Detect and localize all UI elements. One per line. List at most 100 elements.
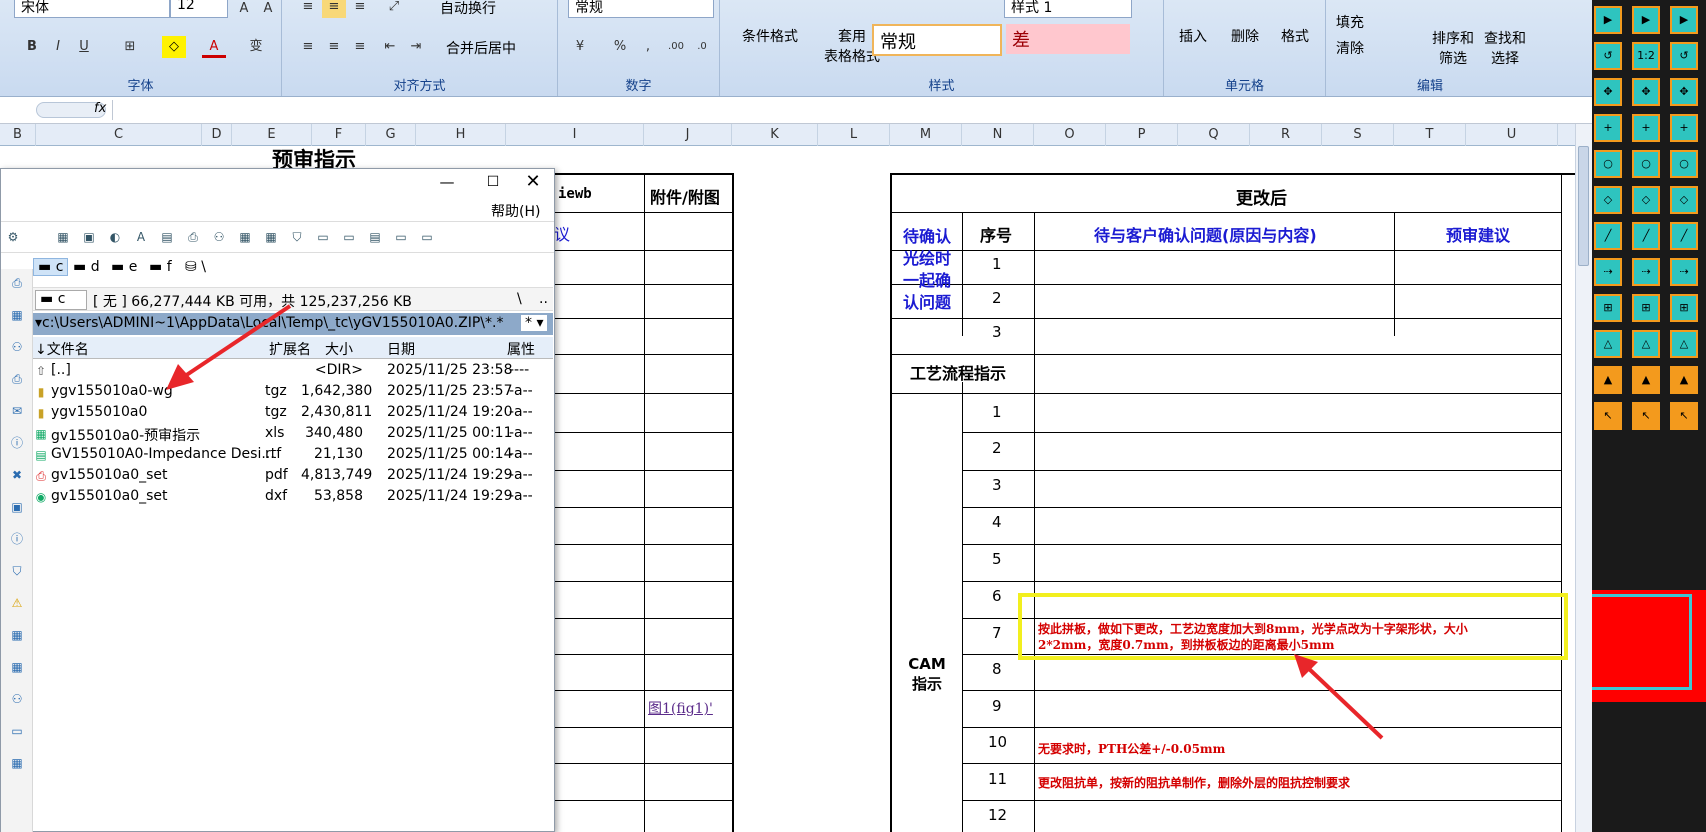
col-P[interactable]: P xyxy=(1106,124,1178,146)
quick-launch-icon[interactable]: ⓘ xyxy=(9,531,25,547)
drive-select[interactable]: ▬ c xyxy=(35,290,87,310)
header-date[interactable]: 日期 xyxy=(387,339,415,359)
drive-c-button[interactable]: ▬ c xyxy=(33,258,69,276)
cad-tool-button[interactable]: ◇ xyxy=(1632,186,1660,214)
quick-launch-icon[interactable]: ⎙ xyxy=(9,275,25,291)
fx-icon[interactable]: fx xyxy=(94,101,106,116)
sheet-icon[interactable]: ▦ xyxy=(237,229,253,245)
shrink-font-icon[interactable]: A xyxy=(256,0,280,20)
col-T[interactable]: T xyxy=(1394,124,1466,146)
cad-tool-button[interactable]: ⊞ xyxy=(1670,294,1698,322)
panel2-icon[interactable]: ▭ xyxy=(419,229,435,245)
file-row[interactable]: ▮ ygv155010a0 tgz 2,430,811 2025/11/24 19:20… xyxy=(33,403,553,424)
minimize-icon[interactable]: — xyxy=(433,169,461,197)
maximize-icon[interactable]: ☐ xyxy=(479,169,507,197)
refresh-icon[interactable]: ◐ xyxy=(107,229,123,245)
cad-tool-button[interactable]: ○ xyxy=(1632,150,1660,178)
wrap-text-button[interactable]: 自动换行 xyxy=(440,0,496,18)
grid-icon[interactable]: ▦ xyxy=(55,229,71,245)
network-drive-button[interactable]: ⛁ \ xyxy=(185,259,206,275)
pdf-icon[interactable]: ▣ xyxy=(81,229,97,245)
orientation-icon[interactable]: ⤢ xyxy=(382,0,406,18)
cad-tool-button[interactable]: ⇢ xyxy=(1670,258,1698,286)
quick-launch-icon[interactable]: ▦ xyxy=(9,659,25,675)
style-1[interactable]: 样式 1 xyxy=(1004,0,1132,18)
conditional-format-button[interactable]: 条件格式 xyxy=(730,28,810,46)
cad-tool-button[interactable]: ◇ xyxy=(1670,186,1698,214)
quick-launch-icon[interactable]: ▣ xyxy=(9,499,25,515)
cad-tool-button[interactable]: 1:2 xyxy=(1632,42,1660,70)
col-J[interactable]: J xyxy=(644,124,732,146)
cad-tool-button[interactable]: ╱ xyxy=(1632,222,1660,250)
cad-tool-button[interactable]: ⊞ xyxy=(1594,294,1622,322)
sort-filter-line1[interactable]: 排序和 xyxy=(1426,30,1480,48)
cad-tool-button[interactable]: ╱ xyxy=(1670,222,1698,250)
col-U[interactable]: U xyxy=(1466,124,1558,146)
col-B[interactable]: B xyxy=(0,124,36,146)
header-attr[interactable]: 属性 xyxy=(507,339,535,359)
print-icon[interactable]: ⎙ xyxy=(185,229,201,245)
quick-launch-icon[interactable]: ⚠ xyxy=(9,595,25,611)
sort-filter-line2[interactable]: 筛选 xyxy=(1426,50,1480,68)
cad-tool-button[interactable]: ↖ xyxy=(1594,402,1622,430)
style-normal[interactable]: 常规 xyxy=(872,24,1002,56)
increase-decimal-icon[interactable]: .00 xyxy=(664,36,688,58)
cad-tool-button[interactable]: ▶ xyxy=(1632,6,1660,34)
cad-tool-button[interactable]: ▶ xyxy=(1670,6,1698,34)
cad-tool-button[interactable]: ↖ xyxy=(1632,402,1660,430)
grow-font-icon[interactable]: A xyxy=(232,0,256,20)
formula-input[interactable] xyxy=(112,100,1572,120)
merge-center-button[interactable]: 合并后居中 xyxy=(446,38,516,58)
filter-button[interactable]: * ▾ xyxy=(521,315,548,331)
quick-launch-icon[interactable]: ⓘ xyxy=(9,435,25,451)
decrease-decimal-icon[interactable]: .0 xyxy=(690,36,714,58)
percent-icon[interactable]: % xyxy=(608,36,632,58)
insert-button[interactable]: 插入 xyxy=(1168,28,1218,46)
quick-launch-icon[interactable]: ⎙ xyxy=(9,371,25,387)
page-icon[interactable]: ▭ xyxy=(341,229,357,245)
align-middle-icon[interactable]: ≡ xyxy=(322,0,346,18)
close-icon[interactable]: ✕ xyxy=(519,169,547,197)
currency-icon[interactable]: ¥ xyxy=(568,36,592,58)
header-name[interactable]: ↓文件名 xyxy=(35,339,89,359)
phonetic-icon[interactable]: 变 xyxy=(244,36,268,58)
col-N[interactable]: N xyxy=(962,124,1034,146)
cad-tool-button[interactable]: + xyxy=(1632,114,1660,142)
underline-icon[interactable]: U xyxy=(72,36,96,58)
col-C[interactable]: C xyxy=(36,124,202,146)
align-right-icon[interactable]: ≡ xyxy=(348,36,372,58)
quick-launch-icon[interactable]: ⚇ xyxy=(9,339,25,355)
cad-tool-button[interactable]: ⇢ xyxy=(1632,258,1660,286)
border-icon[interactable]: ⊞ xyxy=(118,36,142,58)
clear-button[interactable]: 清除 xyxy=(1336,38,1364,58)
comma-icon[interactable]: , xyxy=(636,36,660,58)
fill-color-icon[interactable]: ◇ xyxy=(162,36,186,58)
help-menu[interactable]: 帮助(H) xyxy=(491,201,540,221)
quick-launch-icon[interactable]: ⚇ xyxy=(9,691,25,707)
find-select-line2[interactable]: 选择 xyxy=(1478,50,1532,68)
style-bad[interactable]: 差 xyxy=(1006,24,1130,54)
file-row[interactable]: ◉ gv155010a0_set dxf 53,858 2025/11/24 19:29… xyxy=(33,487,553,508)
cad-tool-button[interactable]: △ xyxy=(1632,330,1660,358)
decrease-indent-icon[interactable]: ⇤ xyxy=(378,36,402,58)
font-color-icon[interactable]: A xyxy=(202,36,226,58)
quick-launch-icon[interactable]: ▦ xyxy=(9,627,25,643)
cad-tool-button[interactable]: ○ xyxy=(1670,150,1698,178)
delete-button[interactable]: 删除 xyxy=(1220,28,1270,46)
shield-icon[interactable]: ⛉ xyxy=(289,229,305,245)
font-icon[interactable]: A xyxy=(133,229,149,245)
col-D[interactable]: D xyxy=(202,124,232,146)
fill-button[interactable]: 填充 xyxy=(1336,12,1364,32)
col-R[interactable]: R xyxy=(1250,124,1322,146)
cad-tool-button[interactable]: ⊞ xyxy=(1632,294,1660,322)
cad-tool-button[interactable]: ▶ xyxy=(1594,6,1622,34)
col-E[interactable]: E xyxy=(232,124,312,146)
align-left-icon[interactable]: ≡ xyxy=(296,36,320,58)
cad-tool-button[interactable]: + xyxy=(1670,114,1698,142)
cad-tool-button[interactable]: ✥ xyxy=(1594,78,1622,106)
file-row[interactable]: ⎙ gv155010a0_set pdf 4,813,749 2025/11/24 19… xyxy=(33,466,553,487)
quick-launch-icon[interactable]: ✖ xyxy=(9,467,25,483)
cad-tool-button[interactable]: ◇ xyxy=(1594,186,1622,214)
number-format-select[interactable]: 常规 xyxy=(568,0,714,18)
vertical-scrollbar[interactable] xyxy=(1575,124,1592,832)
